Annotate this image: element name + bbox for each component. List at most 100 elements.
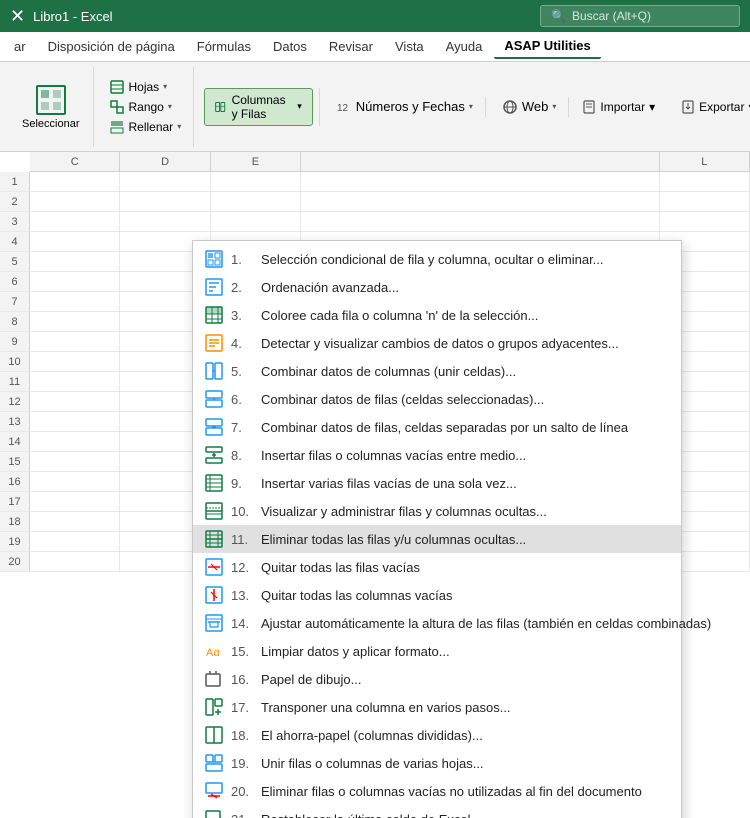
table-row: 3 — [0, 212, 750, 232]
item-label-2: Ordenación avanzada... — [261, 280, 399, 295]
numeros-icon: 12 — [336, 99, 352, 115]
item-label-3: Coloree cada fila o columna 'n' de la se… — [261, 308, 538, 323]
menubar: ar Disposición de página Fórmulas Datos … — [0, 32, 750, 62]
menu-formulas[interactable]: Fórmulas — [187, 35, 261, 58]
item-icon-15: Aα — [205, 642, 223, 660]
hojas-button[interactable]: Hojas ▾ — [104, 78, 187, 96]
item-icon-8 — [205, 446, 223, 464]
item-label-8: Insertar filas o columnas vacías entre m… — [261, 448, 526, 463]
item-num-20: 20. — [231, 784, 253, 799]
hojas-arrow: ▾ — [163, 82, 167, 91]
col-header-l: L — [660, 152, 750, 171]
columnas-filas-dropdown: 1. Selección condicional de fila y colum… — [192, 240, 682, 818]
item-icon-6 — [205, 390, 223, 408]
hojas-label: Hojas — [128, 80, 159, 94]
item-icon-3 — [205, 306, 223, 324]
menu-revisar[interactable]: Revisar — [319, 35, 383, 58]
dropdown-item-2[interactable]: 2. Ordenación avanzada... — [193, 273, 681, 301]
item-num-9: 9. — [231, 476, 253, 491]
rellenar-label: Rellenar — [128, 120, 173, 134]
dropdown-item-8[interactable]: 8. Insertar filas o columnas vacías entr… — [193, 441, 681, 469]
item-icon-13 — [205, 586, 223, 604]
col-header-rest — [301, 152, 660, 171]
item-label-9: Insertar varias filas vacías de una sola… — [261, 476, 517, 491]
item-num-3: 3. — [231, 308, 253, 323]
item-num-16: 16. — [231, 672, 253, 687]
item-icon-11 — [205, 530, 223, 548]
item-num-1: 1. — [231, 252, 253, 267]
menu-datos[interactable]: Datos — [263, 35, 317, 58]
menu-disposicion[interactable]: Disposición de página — [38, 35, 185, 58]
exportar-label: Exportar — [699, 100, 744, 114]
dropdown-item-17[interactable]: 17. Transponer una columna en varios pas… — [193, 693, 681, 721]
item-num-14: 14. — [231, 616, 253, 631]
item-num-2: 2. — [231, 280, 253, 295]
seleccionar-icon — [35, 84, 67, 116]
dropdown-item-3[interactable]: 3. Coloree cada fila o columna 'n' de la… — [193, 301, 681, 329]
item-num-7: 7. — [231, 420, 253, 435]
dropdown-item-9[interactable]: 9. Insertar varias filas vacías de una s… — [193, 469, 681, 497]
col-headers: C D E L — [30, 152, 750, 172]
menu-asap[interactable]: ASAP Utilities — [494, 34, 600, 59]
dropdown-item-1[interactable]: 1. Selección condicional de fila y colum… — [193, 245, 681, 273]
web-button[interactable]: Web ▾ — [496, 97, 563, 117]
ribbon-right: Importar ▾ Exportar ▾ Inicio ▾ — [573, 96, 750, 118]
dropdown-item-5[interactable]: 5. Combinar datos de columnas (unir celd… — [193, 357, 681, 385]
item-label-15: Limpiar datos y aplicar formato... — [261, 644, 450, 659]
dropdown-item-20[interactable]: 20. Eliminar filas o columnas vacías no … — [193, 777, 681, 805]
columnas-filas-icon — [215, 99, 225, 115]
dropdown-item-16[interactable]: 16. Papel de dibujo... — [193, 665, 681, 693]
item-num-8: 8. — [231, 448, 253, 463]
title-search[interactable]: 🔍 Buscar (Alt+Q) — [540, 5, 740, 27]
numeros-arrow: ▾ — [469, 102, 473, 111]
item-label-7: Combinar datos de filas, celdas separada… — [261, 420, 628, 435]
excel-icon: ✕ — [10, 6, 25, 27]
web-arrow: ▾ — [552, 102, 556, 111]
item-label-14: Ajustar automáticamente la altura de las… — [261, 616, 711, 631]
menu-ayuda[interactable]: Ayuda — [436, 35, 493, 58]
columnas-filas-button[interactable]: Columnas y Filas ▾ — [204, 88, 313, 126]
item-icon-17 — [205, 698, 223, 716]
numeros-fechas-label: Números y Fechas — [356, 99, 465, 114]
ribbon-seleccionar-group: Seleccionar — [8, 67, 94, 147]
item-icon-21 — [205, 810, 223, 818]
dropdown-item-21[interactable]: 21. Restablecer la última celda de Excel — [193, 805, 681, 818]
rango-arrow: ▾ — [168, 102, 172, 111]
item-num-11: 11. — [231, 532, 253, 547]
hojas-icon — [110, 80, 124, 94]
item-label-17: Transponer una columna en varios pasos..… — [261, 700, 511, 715]
item-label-19: Unir filas o columnas de varias hojas... — [261, 756, 484, 771]
dropdown-item-4[interactable]: 4. Detectar y visualizar cambios de dato… — [193, 329, 681, 357]
dropdown-item-18[interactable]: 18. El ahorra-papel (columnas divididas)… — [193, 721, 681, 749]
dropdown-item-19[interactable]: 19. Unir filas o columnas de varias hoja… — [193, 749, 681, 777]
menu-vista[interactable]: Vista — [385, 35, 434, 58]
dropdown-item-6[interactable]: 6. Combinar datos de filas (celdas selec… — [193, 385, 681, 413]
importar-button[interactable]: Importar ▾ — [573, 96, 664, 118]
seleccionar-button[interactable]: Seleccionar — [14, 80, 87, 134]
item-label-13: Quitar todas las columnas vacías — [261, 588, 452, 603]
menu-ar[interactable]: ar — [4, 35, 36, 58]
dropdown-item-11[interactable]: 11. Eliminar todas las filas y/u columna… — [193, 525, 681, 553]
table-row: 1 — [0, 172, 750, 192]
exportar-button[interactable]: Exportar ▾ — [672, 96, 750, 118]
item-num-18: 18. — [231, 728, 253, 743]
search-icon: 🔍 — [551, 9, 566, 23]
item-label-11: Eliminar todas las filas y/u columnas oc… — [261, 532, 526, 547]
ribbon-small-group: Hojas ▾ Rango ▾ Rellenar ▾ — [98, 67, 194, 147]
item-icon-2 — [205, 278, 223, 296]
item-num-6: 6. — [231, 392, 253, 407]
dropdown-item-15[interactable]: Aα 15. Limpiar datos y aplicar formato..… — [193, 637, 681, 665]
importar-label: Importar — [600, 100, 645, 114]
dropdown-item-10[interactable]: 10. Visualizar y administrar filas y col… — [193, 497, 681, 525]
numeros-fechas-button[interactable]: 12 Números y Fechas ▾ — [330, 97, 479, 117]
rango-button[interactable]: Rango ▾ — [104, 98, 187, 116]
item-label-16: Papel de dibujo... — [261, 672, 361, 687]
item-icon-4 — [205, 334, 223, 352]
rellenar-button[interactable]: Rellenar ▾ — [104, 118, 187, 136]
item-label-20: Eliminar filas o columnas vacías no util… — [261, 784, 642, 799]
dropdown-item-14[interactable]: 14. Ajustar automáticamente la altura de… — [193, 609, 681, 637]
dropdown-item-12[interactable]: 12. Quitar todas las filas vacías — [193, 553, 681, 581]
dropdown-item-13[interactable]: 13. Quitar todas las columnas vacías — [193, 581, 681, 609]
item-icon-12 — [205, 558, 223, 576]
dropdown-item-7[interactable]: 7. Combinar datos de filas, celdas separ… — [193, 413, 681, 441]
